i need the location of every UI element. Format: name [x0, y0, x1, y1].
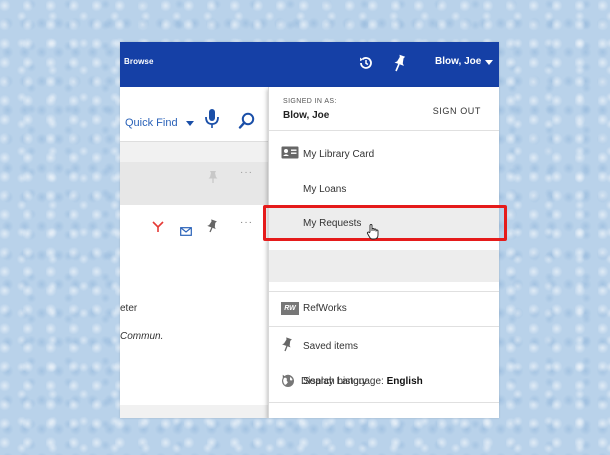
globe-icon [281, 374, 295, 391]
microphone-icon[interactable] [204, 108, 220, 130]
sign-out-button[interactable]: SIGN OUT [433, 106, 481, 116]
more-actions-button[interactable]: ··· [240, 167, 253, 178]
search-scope-dropdown[interactable]: Quick Find [125, 117, 194, 129]
menu-item-label: Saved items [303, 340, 359, 352]
menu-item-my-requests[interactable] [269, 250, 499, 282]
menu-item-refworks[interactable]: RW RefWorks [269, 292, 499, 324]
chevron-down-icon [185, 120, 194, 126]
history-icon[interactable] [357, 54, 375, 72]
search-scope-label: Quick Find [125, 117, 178, 129]
menu-divider [269, 130, 499, 131]
pin-icon[interactable] [208, 170, 218, 189]
user-account-button[interactable]: Blow, Joe [435, 56, 494, 67]
browse-menu-link[interactable]: Browse [124, 57, 154, 66]
display-language-label: Display Language: [301, 376, 387, 387]
menu-item-my-library-card[interactable]: My Library Card [269, 138, 499, 170]
menu-item-label: My Requests [303, 218, 362, 229]
email-icon[interactable] [180, 223, 192, 241]
result-item: ··· eter Commun. ··· [120, 205, 268, 405]
menu-divider [269, 402, 499, 403]
menu-item-my-loans[interactable]: My Loans [269, 173, 499, 205]
menu-divider [269, 326, 499, 327]
more-actions-button[interactable]: ··· [240, 217, 253, 228]
menu-item-label: My Loans [303, 183, 347, 195]
menu-item-label: My Library Card [303, 148, 375, 160]
library-card-icon [281, 146, 299, 162]
display-language-value: English [386, 376, 423, 387]
hand-cursor-icon [365, 223, 383, 243]
menu-item-my-requests[interactable]: My Requests [269, 207, 499, 240]
refworks-badge: RW [281, 301, 299, 315]
result-text-fragment: eter [120, 303, 138, 314]
signed-in-label: SIGNED IN AS: [283, 98, 337, 105]
pin-icon[interactable] [390, 53, 408, 73]
pin-icon [281, 337, 293, 355]
display-language-selector[interactable]: Display Language: English [269, 367, 499, 397]
menu-item-label: RefWorks [303, 302, 347, 314]
refworks-icon: RW [281, 301, 299, 315]
result-text-fragment: Commun. [120, 331, 164, 342]
signed-in-name: Blow, Joe [283, 110, 330, 121]
citation-icon[interactable] [152, 220, 164, 238]
search-icon[interactable] [238, 112, 256, 130]
pin-icon[interactable] [207, 219, 217, 238]
user-name-label: Blow, Joe [435, 56, 482, 67]
chevron-down-icon [485, 60, 494, 65]
menu-item-saved-items[interactable]: Saved items [269, 330, 499, 362]
top-navigation-bar: Browse Blow, Joe [120, 42, 499, 87]
